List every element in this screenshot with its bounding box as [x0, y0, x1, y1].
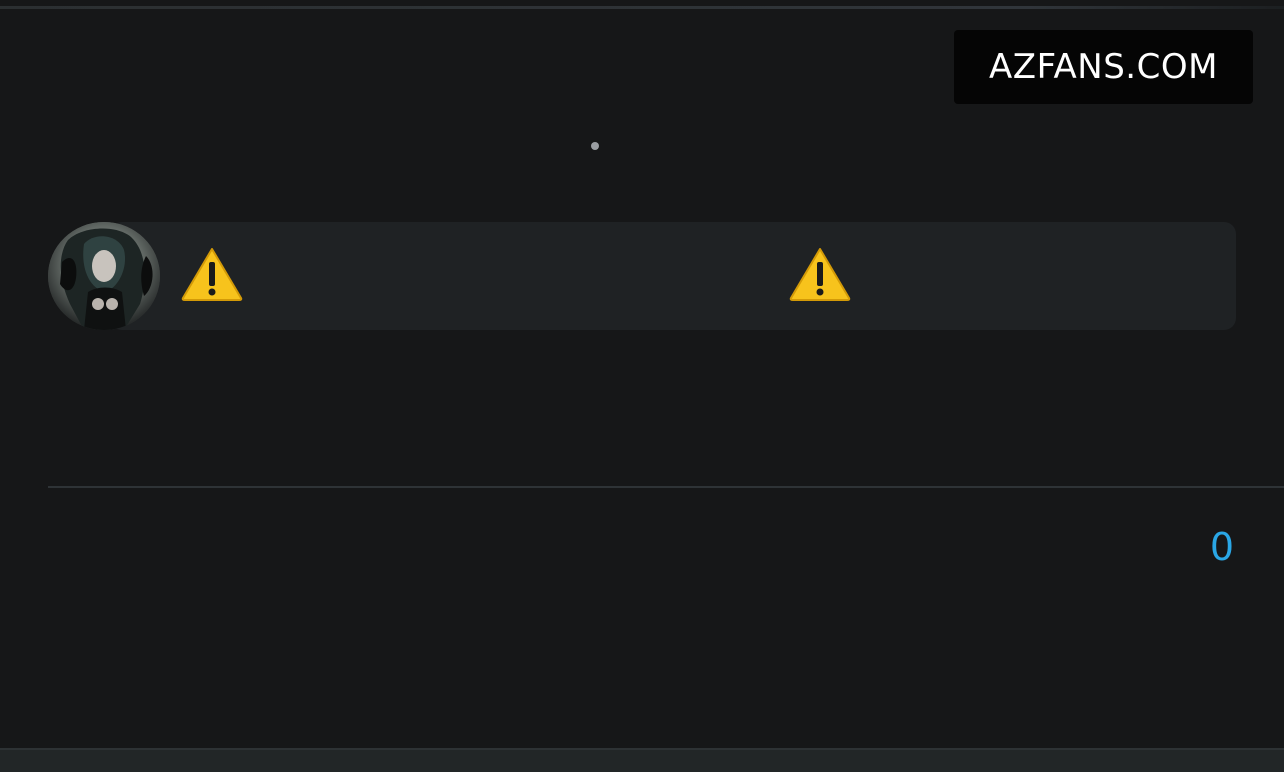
warning-icon: [789, 248, 851, 301]
app-screen: AZFANS.COM 0: [0, 0, 1284, 772]
avatar[interactable]: [48, 222, 160, 330]
bottom-bar: [0, 748, 1284, 772]
message-row[interactable]: [48, 222, 1236, 330]
loading-indicator-dot: [591, 142, 599, 150]
count-value[interactable]: 0: [1210, 525, 1234, 569]
avatar-image: [48, 222, 160, 330]
message-bubble[interactable]: [110, 222, 1236, 330]
section-divider: [48, 486, 1284, 488]
watermark-badge: AZFANS.COM: [954, 30, 1253, 104]
warning-icon: [181, 248, 243, 301]
top-divider: [0, 6, 1284, 9]
